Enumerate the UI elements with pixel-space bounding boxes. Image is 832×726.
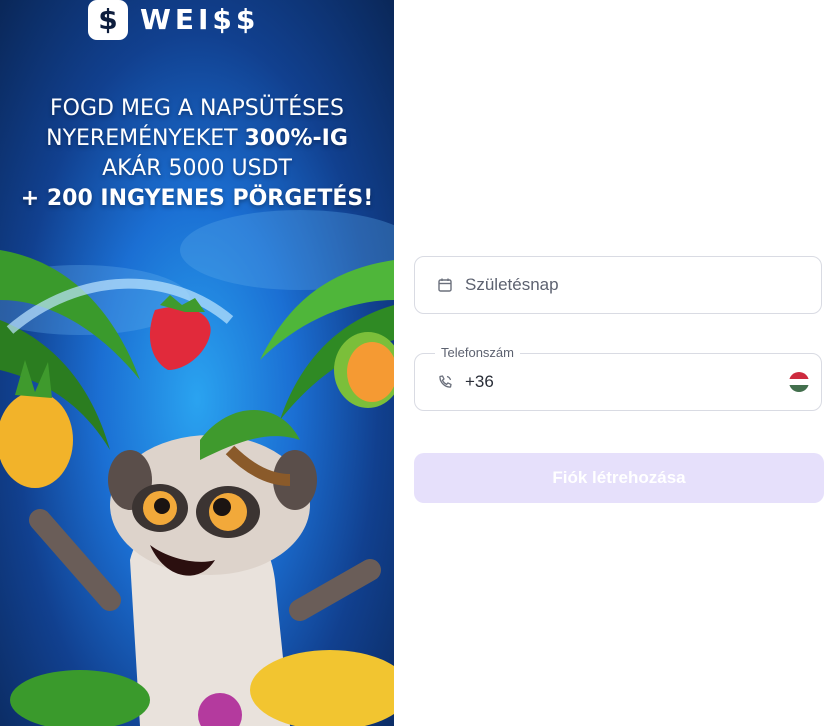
- phone-label: Telefonszám: [435, 345, 520, 361]
- dollar-logo-icon: $: [88, 0, 128, 40]
- promo-line-4: + 200 INGYENES PÖRGETÉS!: [20, 186, 374, 211]
- phone-prefix: +36: [465, 372, 494, 391]
- hungary-flag-icon[interactable]: [789, 372, 809, 392]
- brand-logo[interactable]: $ WEI$$: [88, 0, 259, 40]
- promo-line-2: NYEREMÉNYEKET 300%-IG: [0, 124, 394, 154]
- birthday-placeholder: Születésnap: [465, 275, 559, 294]
- phone-field[interactable]: Telefonszám +36: [414, 345, 822, 411]
- birthday-field[interactable]: Születésnap: [414, 256, 822, 314]
- create-account-button[interactable]: Fiók létrehozása: [414, 453, 824, 503]
- promo-line-2-text: NYEREMÉNYEKET: [46, 126, 245, 151]
- calendar-icon: [438, 278, 452, 292]
- promo-line-1: FOGD MEG A NAPSÜTÉSES: [50, 96, 344, 121]
- promo-headline: FOGD MEG A NAPSÜTÉSES NYEREMÉNYEKET 300%…: [0, 94, 394, 214]
- promo-banner: $ WEI$$ FOGD MEG A NAPSÜTÉSES NYEREMÉNYE…: [0, 0, 394, 726]
- phone-icon: [439, 375, 452, 388]
- promo-line-3: AKÁR 5000 USDT: [102, 156, 292, 181]
- brand-name: WEI$$: [140, 3, 260, 36]
- promo-bonus-percent: 300%-IG: [244, 126, 348, 151]
